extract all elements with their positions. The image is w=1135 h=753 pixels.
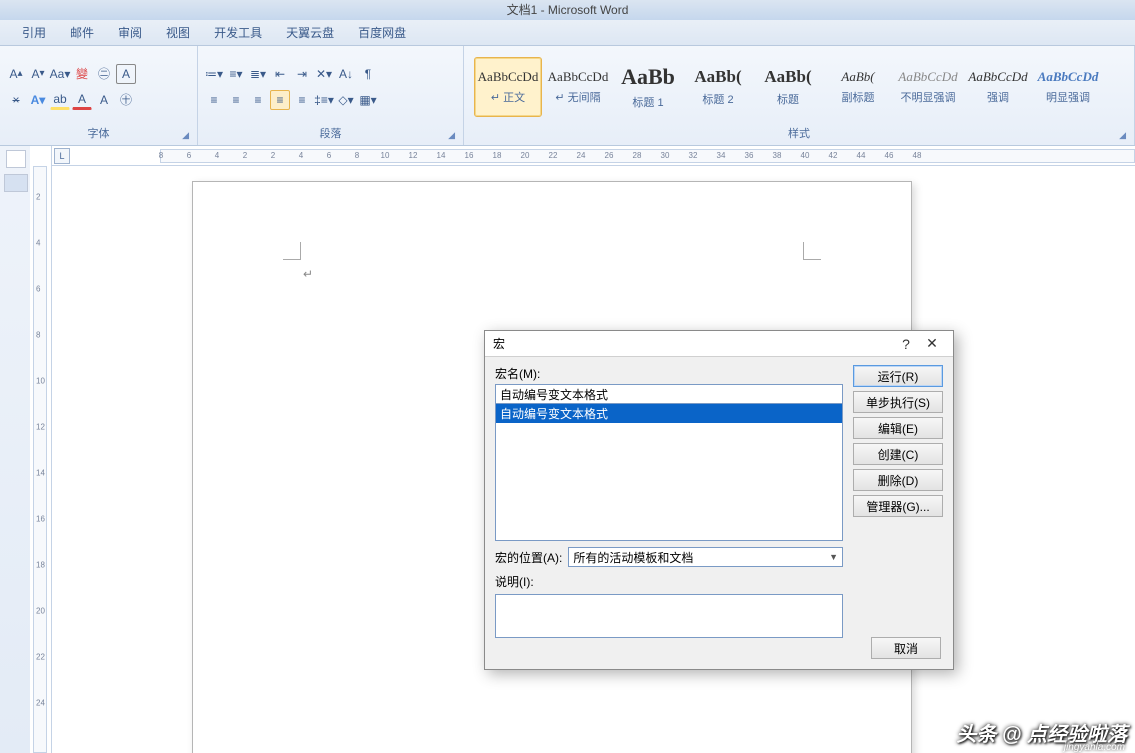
margin-corner: [283, 242, 301, 260]
align-distribute-icon[interactable]: ≡: [292, 90, 312, 110]
help-icon[interactable]: ?: [893, 336, 919, 352]
font-color-icon[interactable]: A: [72, 90, 92, 110]
group-styles-label: 样式: [788, 128, 810, 140]
cancel-button[interactable]: 取消: [871, 637, 941, 659]
watermark-sub: jingyanla.com: [1064, 742, 1125, 753]
tab-references[interactable]: 引用: [10, 24, 58, 41]
change-case-icon[interactable]: Aa▾: [50, 64, 70, 84]
para-launcher-icon[interactable]: ◢: [448, 130, 455, 141]
dialog-title: 宏: [493, 335, 893, 352]
margin-corner: [803, 242, 821, 260]
strikethrough-icon[interactable]: ×: [6, 90, 26, 110]
styles-launcher-icon[interactable]: ◢: [1119, 130, 1126, 141]
nav-dropdown[interactable]: [4, 174, 28, 192]
increase-indent-icon[interactable]: ⇥: [292, 64, 312, 84]
tab-tianyi[interactable]: 天翼云盘: [274, 24, 346, 41]
run-button[interactable]: 运行(R): [853, 365, 943, 387]
shrink-font-icon[interactable]: A▾: [28, 64, 48, 84]
multilevel-icon[interactable]: ≣▾: [248, 64, 268, 84]
enclose-circle-icon[interactable]: ㊉: [116, 90, 136, 110]
style-item[interactable]: AaBbCcDd不明显强调: [894, 57, 962, 117]
macro-location-label: 宏的位置(A):: [495, 549, 562, 566]
create-button[interactable]: 创建(C): [853, 443, 943, 465]
show-marks-icon[interactable]: ¶: [358, 64, 378, 84]
numbering-icon[interactable]: ≡▾: [226, 64, 246, 84]
close-icon[interactable]: ✕: [919, 335, 945, 352]
line-spacing-icon[interactable]: ‡≡▾: [314, 90, 334, 110]
style-item[interactable]: AaBb(标题 2: [684, 57, 752, 117]
style-item[interactable]: AaBb(副标题: [824, 57, 892, 117]
window-title: 文档1 - Microsoft Word: [0, 0, 1135, 20]
tab-baidu[interactable]: 百度网盘: [346, 24, 418, 41]
group-para-label: 段落: [320, 128, 342, 140]
style-item[interactable]: AaBbCcDd强调: [964, 57, 1032, 117]
style-gallery: AaBbCcDd↵ 正文AaBbCcDd↵ 无间隔AaBb标题 1AaBb(标题…: [470, 57, 1102, 117]
macro-desc-input[interactable]: [495, 594, 843, 638]
style-item[interactable]: AaBbCcDd明显强调: [1034, 57, 1102, 117]
text-effects-icon[interactable]: A▾: [28, 90, 48, 110]
tab-review[interactable]: 审阅: [106, 24, 154, 41]
align-center-icon[interactable]: ≡: [226, 90, 246, 110]
nav-search-input[interactable]: [6, 150, 26, 168]
char-border-icon[interactable]: ㊁: [94, 64, 114, 84]
tab-view[interactable]: 视图: [154, 24, 202, 41]
tab-developer[interactable]: 开发工具: [202, 24, 274, 41]
ribbon: A▴ A▾ Aa▾ 變 ㊁ A × A▾ ab A A ㊉ 字体 ◢: [0, 46, 1135, 146]
edit-button[interactable]: 编辑(E): [853, 417, 943, 439]
chevron-down-icon: ▼: [829, 552, 838, 562]
delete-button[interactable]: 删除(D): [853, 469, 943, 491]
ribbon-tabs: 引用 邮件 审阅 视图 开发工具 天翼云盘 百度网盘: [0, 20, 1135, 46]
align-left-icon[interactable]: ≡: [204, 90, 224, 110]
macro-desc-label: 说明(I):: [495, 573, 843, 590]
step-into-button[interactable]: 单步执行(S): [853, 391, 943, 413]
horizontal-ruler[interactable]: L 86422468101214161820222426283032343638…: [52, 146, 1135, 166]
organizer-button[interactable]: 管理器(G)...: [853, 495, 943, 517]
shading-icon[interactable]: ◇▾: [336, 90, 356, 110]
enclose-char-icon[interactable]: A: [116, 64, 136, 84]
borders-icon[interactable]: ▦▾: [358, 90, 378, 110]
macro-location-select[interactable]: 所有的活动模板和文档▼: [568, 547, 843, 567]
navigation-pane: [0, 146, 32, 753]
align-justify-icon[interactable]: ≡: [270, 90, 290, 110]
phonetic-guide-icon[interactable]: 變: [72, 64, 92, 84]
macro-list[interactable]: 自动编号变文本格式: [495, 403, 843, 541]
macros-dialog: 宏 ? ✕ 宏名(M): 自动编号变文本格式 宏的位置(A): 所有的活动模板和…: [484, 330, 954, 670]
char-shading-icon[interactable]: A: [94, 90, 114, 110]
align-right-icon[interactable]: ≡: [248, 90, 268, 110]
bullets-icon[interactable]: ≔▾: [204, 64, 224, 84]
tab-mailings[interactable]: 邮件: [58, 24, 106, 41]
tab-selector[interactable]: L: [54, 148, 70, 164]
macro-list-item[interactable]: 自动编号变文本格式: [496, 404, 842, 423]
macro-name-input[interactable]: [495, 384, 843, 404]
font-launcher-icon[interactable]: ◢: [182, 130, 189, 141]
sort-icon[interactable]: A↓: [336, 64, 356, 84]
style-item[interactable]: AaBbCcDd↵ 无间隔: [544, 57, 612, 117]
group-font-label: 字体: [88, 128, 110, 140]
paragraph-mark-icon: ↵: [303, 267, 313, 281]
grow-font-icon[interactable]: A▴: [6, 64, 26, 84]
style-item[interactable]: AaBb(标题: [754, 57, 822, 117]
asian-layout-icon[interactable]: ✕▾: [314, 64, 334, 84]
style-item[interactable]: AaBbCcDd↵ 正文: [474, 57, 542, 117]
decrease-indent-icon[interactable]: ⇤: [270, 64, 290, 84]
highlight-icon[interactable]: ab: [50, 90, 70, 110]
style-item[interactable]: AaBb标题 1: [614, 57, 682, 117]
macro-name-label: 宏名(M):: [495, 365, 843, 382]
vertical-ruler[interactable]: 24681012141618202224: [30, 146, 52, 753]
